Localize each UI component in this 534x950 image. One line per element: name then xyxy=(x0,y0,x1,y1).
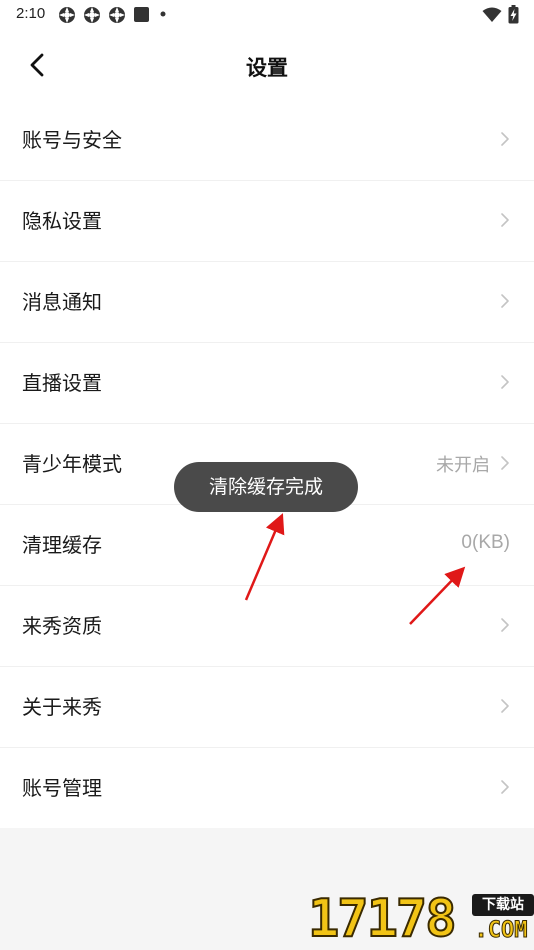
navigation-header: 设置 xyxy=(0,30,534,100)
chevron-right-icon xyxy=(501,213,509,227)
page-title: 设置 xyxy=(246,56,288,80)
chevron-right-icon xyxy=(501,375,509,389)
square-notification-icon xyxy=(134,7,149,22)
settings-item-notifications[interactable]: 消息通知 xyxy=(0,262,534,343)
dot-icon xyxy=(160,11,166,17)
settings-item-live-settings[interactable]: 直播设置 xyxy=(0,343,534,424)
settings-item-label: 隐私设置 xyxy=(22,209,102,233)
settings-item-account-security[interactable]: 账号与安全 xyxy=(0,100,534,181)
watermark-badge: 下载站 xyxy=(472,894,534,916)
cache-size-value: 0(KB) xyxy=(461,532,510,553)
wifi-icon xyxy=(482,7,502,22)
toast-message: 清除缓存完成 xyxy=(174,462,358,512)
chevron-right-icon xyxy=(501,699,509,713)
app-notification-icon xyxy=(59,7,75,23)
chevron-right-icon xyxy=(501,618,509,632)
status-bar: 2:10 xyxy=(0,0,534,30)
settings-item-label: 关于来秀 xyxy=(22,695,102,719)
settings-item-label: 青少年模式 xyxy=(22,452,122,476)
app-notification-icon xyxy=(109,7,125,23)
settings-item-clear-cache[interactable]: 清理缓存 0(KB) xyxy=(0,505,534,586)
watermark-digits: 17178 xyxy=(307,888,458,950)
settings-item-label: 账号与安全 xyxy=(22,128,122,152)
chevron-right-icon xyxy=(501,780,509,794)
settings-item-label: 来秀资质 xyxy=(22,614,102,638)
settings-item-label: 清理缓存 xyxy=(22,533,102,557)
chevron-right-icon xyxy=(501,456,509,470)
settings-item-label: 消息通知 xyxy=(22,290,102,314)
settings-item-about[interactable]: 关于来秀 xyxy=(0,667,534,748)
teen-mode-status: 未开启 xyxy=(436,455,490,476)
settings-item-label: 直播设置 xyxy=(22,371,102,395)
settings-item-label: 账号管理 xyxy=(22,776,102,800)
status-time: 2:10 xyxy=(16,5,46,22)
settings-item-qualifications[interactable]: 来秀资质 xyxy=(0,586,534,667)
app-notification-icon xyxy=(84,7,100,23)
chevron-right-icon xyxy=(501,294,509,308)
battery-charging-icon xyxy=(508,5,519,24)
settings-item-privacy[interactable]: 隐私设置 xyxy=(0,181,534,262)
settings-item-account-management[interactable]: 账号管理 xyxy=(0,748,534,828)
chevron-right-icon xyxy=(501,132,509,146)
watermark-logo: 17178 下载站 .COM xyxy=(307,888,534,950)
watermark-suffix: .COM xyxy=(474,918,528,944)
